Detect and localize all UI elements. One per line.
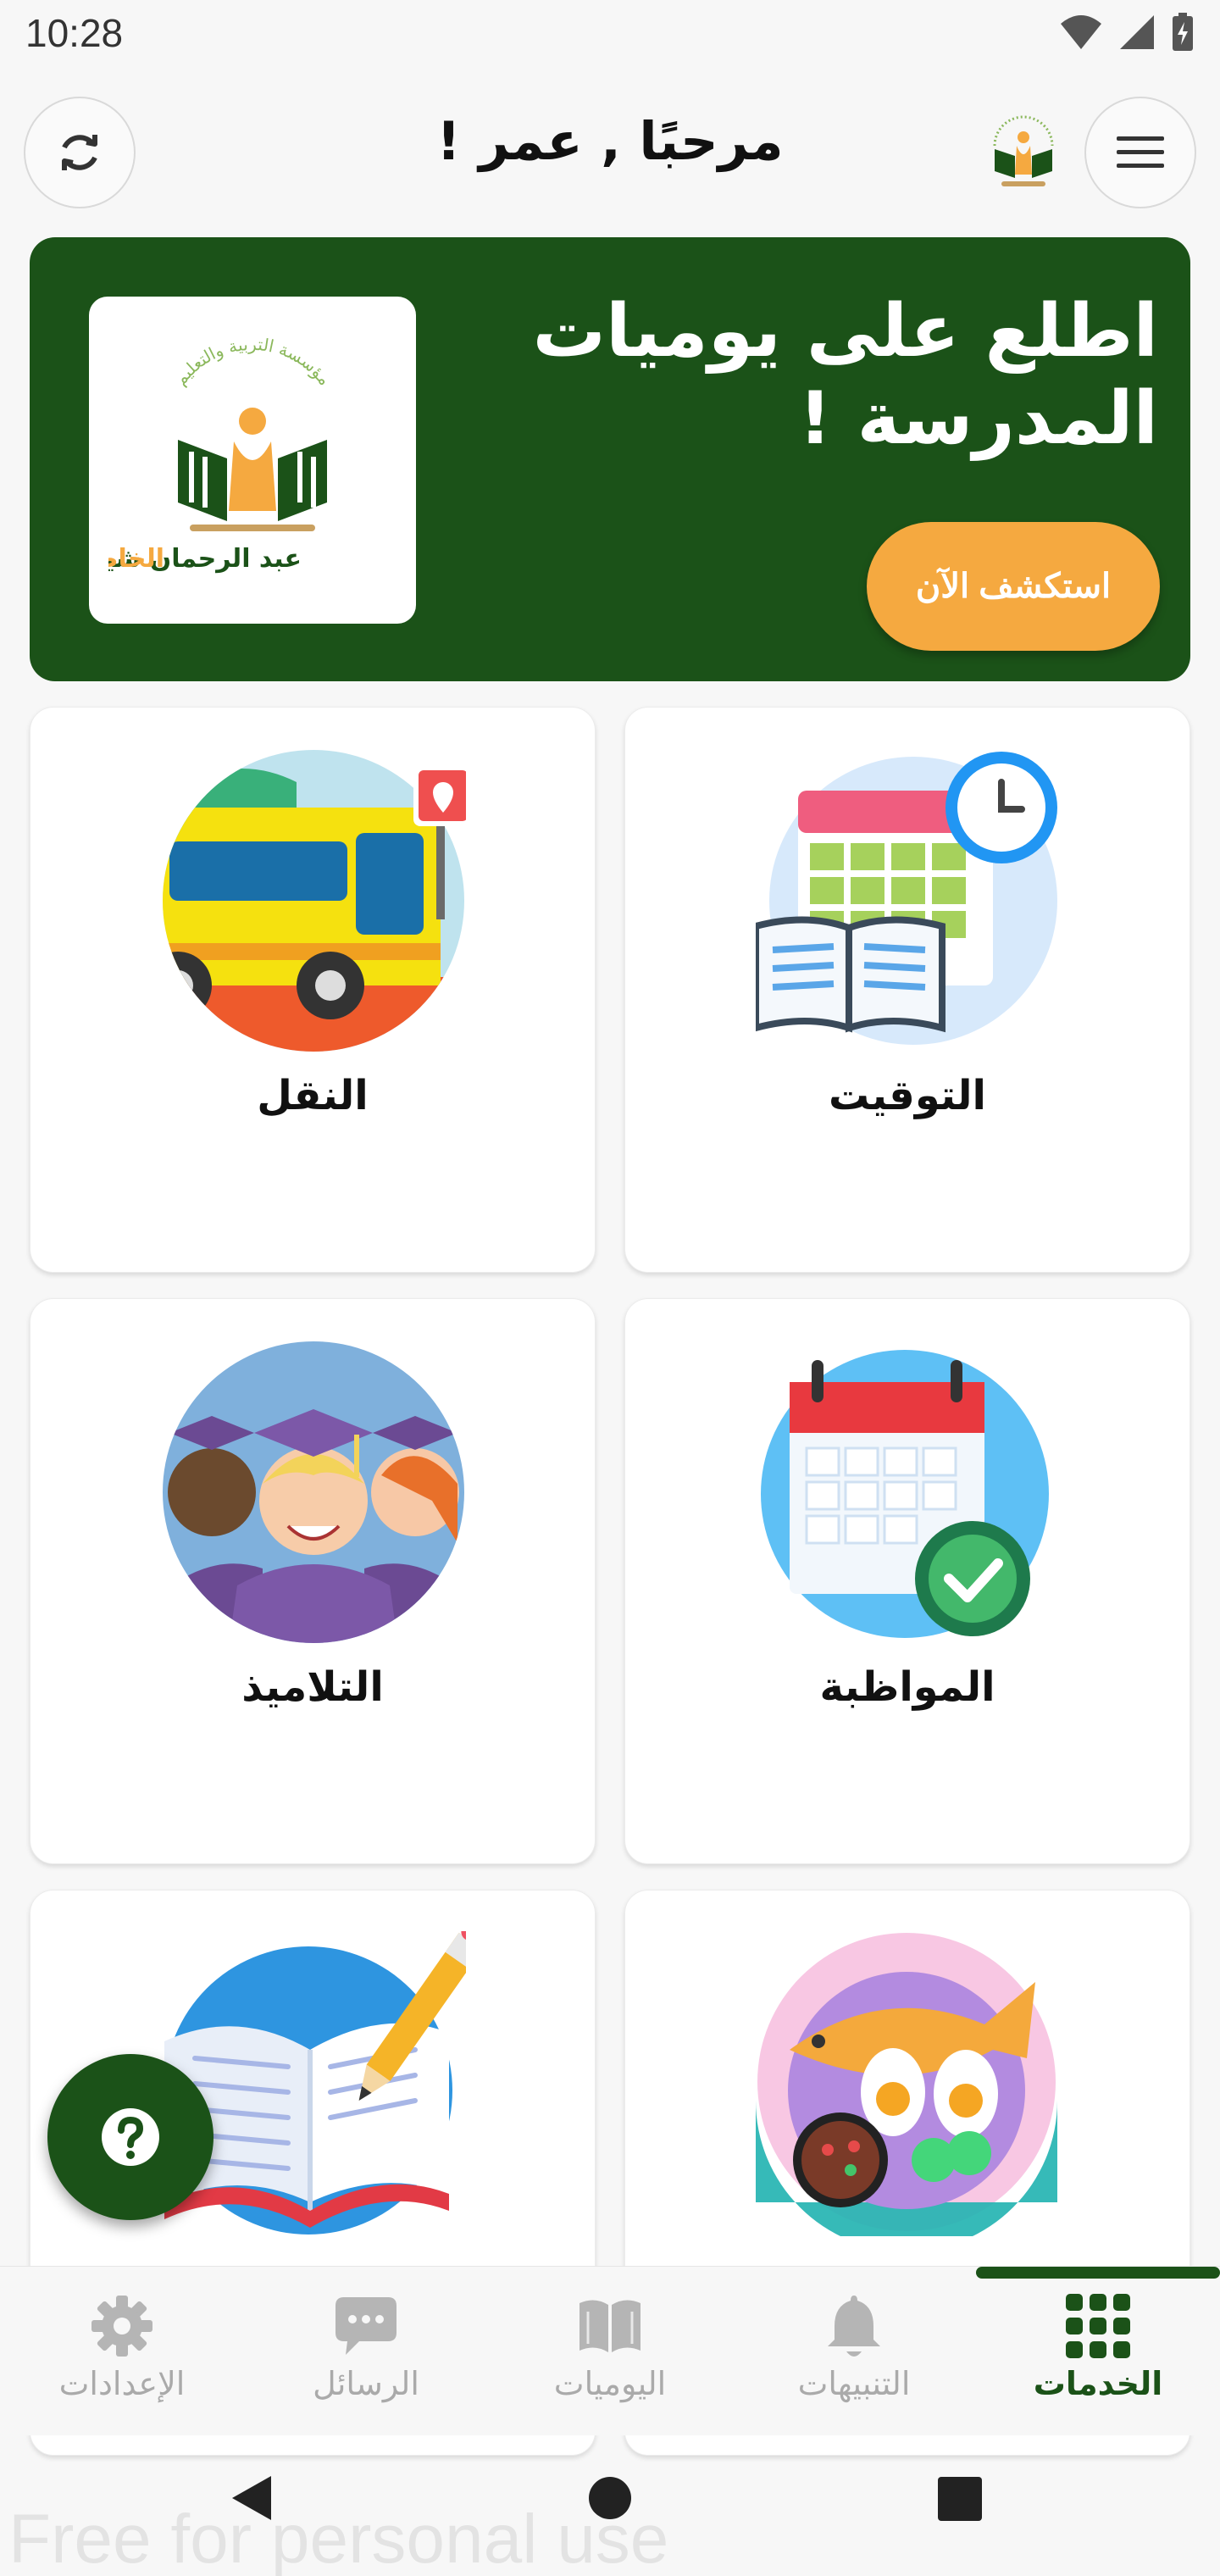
service-tile-students[interactable]: التلاميذ: [30, 1298, 596, 1864]
chat-icon: [336, 2297, 396, 2355]
logo-arc-text: مؤسسة التربية والتعليم: [170, 334, 336, 389]
book-icon: [580, 2300, 640, 2352]
service-tile-timetable[interactable]: التوقيت: [624, 707, 1190, 1273]
nav-tab-settings[interactable]: الإعدادات: [0, 2292, 244, 2419]
service-tile-transport[interactable]: النقل: [30, 707, 596, 1273]
menu-button[interactable]: [1084, 97, 1196, 208]
refresh-button[interactable]: [24, 97, 136, 208]
nav-tab-diaries[interactable]: اليوميات: [488, 2292, 732, 2419]
timetable-calendar-icon: [756, 752, 1057, 1045]
bell-icon: [828, 2296, 880, 2357]
app-header: مرحبًا , عمر !: [0, 85, 1220, 220]
banner-title: اطلع على يوميات المدرسة !: [532, 289, 1158, 462]
gear-icon: [92, 2296, 152, 2357]
explore-now-button[interactable]: استكشف الآن: [867, 522, 1160, 651]
service-label-attendance: المواظبة: [819, 1663, 995, 1711]
meal-plate-icon: [756, 1933, 1057, 2236]
nav-label-services: الخدمات: [1033, 2365, 1163, 2402]
nav-tab-messages[interactable]: الرسائل: [244, 2292, 488, 2419]
greeting-title: مرحبًا , عمر !: [436, 110, 784, 172]
signal-icon: [1120, 15, 1154, 49]
nav-label-diaries: اليوميات: [553, 2365, 667, 2402]
service-label-students: التلاميذ: [241, 1663, 384, 1711]
promo-banner: اطلع على يوميات المدرسة ! استكشف الآن مؤ…: [30, 237, 1190, 681]
school-logo-small: [993, 115, 1054, 186]
notebook-pencil-icon: [164, 1931, 466, 2235]
school-bus-icon: [163, 750, 466, 1052]
graduates-icon: [163, 1341, 464, 1643]
svg-text:مؤسسة التربية والتعليم: مؤسسة التربية والتعليم: [170, 334, 336, 389]
nav-label-settings: الإعدادات: [58, 2365, 186, 2402]
grid-icon: [1066, 2294, 1130, 2358]
watermark-text: Free for personal use: [8, 2501, 669, 2576]
status-time: 10:28: [25, 11, 124, 55]
nav-tab-notifications[interactable]: التنبيهات: [732, 2292, 976, 2419]
battery-icon: [1173, 13, 1193, 51]
active-tab-indicator: [976, 2267, 1220, 2279]
service-label-transport: النقل: [257, 1072, 369, 1119]
nav-tab-services[interactable]: الخدمات: [976, 2292, 1220, 2419]
refresh-icon: [62, 135, 97, 170]
wifi-icon: [1061, 15, 1101, 49]
attendance-calendar-icon: [761, 1350, 1049, 1638]
nav-label-notifications: التنبيهات: [797, 2365, 911, 2402]
school-logo: مؤسسة التربية والتعليم عبد الرحمان شيبان…: [108, 334, 336, 574]
service-tile-attendance[interactable]: المواظبة: [624, 1298, 1190, 1864]
service-label-timetable: التوقيت: [829, 1072, 986, 1119]
recents-icon[interactable]: [937, 2476, 983, 2522]
status-bar: 10:28: [0, 0, 1220, 71]
bottom-navigation: الخدمات التنبيهات اليوميات الرسائل الإعد…: [0, 2266, 1220, 2435]
logo-name-accent: الخاصة: [108, 544, 164, 574]
hamburger-menu-icon: [1117, 136, 1164, 168]
nav-label-messages: الرسائل: [313, 2365, 419, 2402]
help-button[interactable]: [47, 2054, 214, 2220]
school-logo-card: مؤسسة التربية والتعليم عبد الرحمان شيبان…: [89, 297, 416, 624]
help-question-icon: [102, 2108, 159, 2166]
status-icons: [1059, 12, 1195, 53]
